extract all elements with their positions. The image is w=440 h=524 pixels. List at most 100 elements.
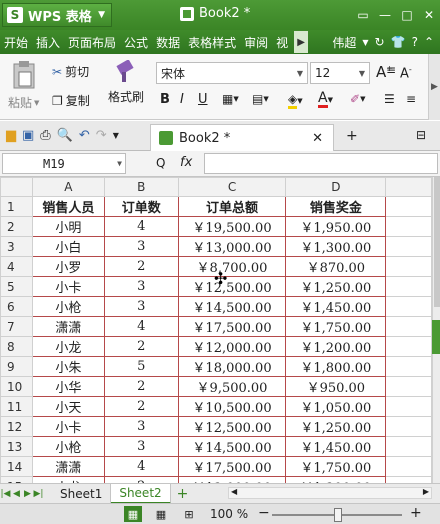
customize-toolbar-icon[interactable]: ▼	[113, 131, 119, 140]
sheet-tab-sheet1[interactable]: Sheet1	[52, 483, 112, 504]
cell-sales-bonus[interactable]: ￥1,800.00	[285, 356, 387, 377]
row-header[interactable]: 9	[0, 356, 33, 377]
font-name-select[interactable]: 宋体 ▼	[156, 62, 308, 84]
user-name[interactable]: 伟超	[332, 34, 356, 51]
copy-button[interactable]: ❐ 复制	[52, 92, 90, 109]
paste-button[interactable]	[8, 58, 40, 92]
row-header[interactable]: 7	[0, 316, 33, 337]
menu-insert[interactable]: 插入	[32, 30, 64, 54]
cell-order-count[interactable]: 2	[103, 336, 179, 357]
cell-order-count[interactable]: 3	[103, 436, 179, 457]
cell-salesperson[interactable]: 小天	[31, 396, 105, 417]
row-header[interactable]: 2	[0, 216, 33, 237]
decrease-font-button[interactable]: A-	[400, 65, 412, 81]
last-sheet-icon[interactable]: ▶|	[33, 489, 44, 499]
save-icon[interactable]: ▣	[22, 128, 34, 143]
cell-sales-bonus[interactable]: ￥1,950.00	[285, 216, 387, 237]
cell-sales-bonus[interactable]: ￥1,750.00	[285, 316, 387, 337]
zoom-level[interactable]: 100 %	[210, 507, 248, 521]
cell-salesperson[interactable]: 小华	[31, 376, 105, 397]
cell-empty[interactable]	[385, 256, 432, 277]
borders-button[interactable]: ▦ ▼	[222, 92, 239, 106]
cell-empty[interactable]	[385, 356, 432, 377]
clear-format-button[interactable]: ✐ ▼	[350, 92, 365, 106]
cell-order-count[interactable]: 订单数	[103, 196, 179, 217]
zoom-in-icon[interactable]: +	[410, 505, 422, 521]
cell-empty[interactable]	[385, 196, 432, 217]
cell-order-count[interactable]: 4	[103, 216, 179, 237]
bold-button[interactable]: B	[160, 92, 170, 107]
font-size-select[interactable]: 12 ▼	[310, 62, 370, 84]
collapse-ribbon-icon[interactable]: ⌃	[424, 35, 434, 49]
help-icon[interactable]: ?	[412, 35, 418, 49]
print-icon[interactable]: ⎙	[40, 128, 50, 143]
first-sheet-icon[interactable]: |◀	[0, 489, 11, 499]
cell-order-total[interactable]: ￥9,500.00	[177, 376, 287, 397]
cell-sales-bonus[interactable]: ￥870.00	[285, 256, 387, 277]
cell-salesperson[interactable]: 小罗	[31, 256, 105, 277]
column-header[interactable]: D	[285, 177, 387, 197]
cell-order-count[interactable]: 3	[103, 416, 179, 437]
cell-salesperson[interactable]: 小明	[31, 216, 105, 237]
row-header[interactable]: 8	[0, 336, 33, 357]
zoom-slider-thumb[interactable]	[334, 508, 342, 522]
fx-button[interactable]: fx	[180, 155, 192, 170]
cell-sales-bonus[interactable]: ￥1,050.00	[285, 396, 387, 417]
menu-page-layout[interactable]: 页面布局	[64, 30, 120, 54]
row-header[interactable]: 4	[0, 256, 33, 277]
scrollbar-thumb[interactable]	[434, 177, 440, 307]
cell-salesperson[interactable]: 小枪	[31, 296, 105, 317]
cell-empty[interactable]	[385, 316, 432, 337]
cell-order-total[interactable]: ￥17,500.00	[177, 316, 287, 337]
column-header[interactable]: B	[103, 177, 179, 197]
cell-order-total[interactable]: ￥17,500.00	[177, 456, 287, 477]
cell-empty[interactable]	[385, 236, 432, 257]
cell-salesperson[interactable]: 销售人员	[31, 196, 105, 217]
app-menu-button[interactable]: S WPS 表格 ▼	[2, 3, 112, 27]
cell-empty[interactable]	[385, 336, 432, 357]
cell-salesperson[interactable]: 小龙	[31, 336, 105, 357]
spreadsheet-grid[interactable]: A B C D 1 销售人员 订单数 订单总额 销售奖金 2 小明 4 ￥19,500.00 ￥1…	[0, 177, 432, 483]
row-header[interactable]: 10	[0, 376, 33, 397]
cell-empty[interactable]	[385, 416, 432, 437]
cell-order-total[interactable]: ￥14,500.00	[177, 436, 287, 457]
normal-view-button[interactable]: ▦	[124, 506, 142, 522]
scroll-left-icon[interactable]: ◀	[231, 487, 237, 496]
cell-sales-bonus[interactable]: ￥1,750.00	[285, 456, 387, 477]
close-button[interactable]: ✕	[418, 0, 440, 30]
cell-order-total[interactable]: ￥14,500.00	[177, 296, 287, 317]
cell-sales-bonus[interactable]: ￥1,200.00	[285, 336, 387, 357]
document-tab[interactable]: Book2 * ✕	[150, 124, 334, 151]
redo-icon[interactable]: ↷	[96, 128, 107, 143]
cell-salesperson[interactable]: 潇潇	[31, 456, 105, 477]
formula-input[interactable]	[204, 153, 438, 174]
row-header[interactable]: 13	[0, 436, 33, 457]
menu-review[interactable]: 审阅	[240, 30, 272, 54]
row-header[interactable]: 11	[0, 396, 33, 417]
prev-sheet-icon[interactable]: ◀	[11, 489, 22, 499]
align-left-button[interactable]: ☰	[384, 92, 395, 106]
cell-sales-bonus[interactable]: ￥950.00	[285, 376, 387, 397]
align-top-button[interactable]: ≡	[386, 63, 396, 77]
paste-label[interactable]: 粘贴 ▼	[8, 94, 39, 111]
cell-salesperson[interactable]: 小朱	[31, 356, 105, 377]
cell-empty[interactable]	[385, 296, 432, 317]
ribbon-scroll-right-button[interactable]: ▶	[428, 54, 440, 120]
tab-list-icon[interactable]: ⊟	[416, 128, 426, 142]
close-icon[interactable]: ✕	[312, 131, 323, 146]
menu-view[interactable]: 视	[272, 30, 292, 54]
column-header[interactable]: C	[177, 177, 287, 197]
cell-order-total[interactable]: ￥10,500.00	[177, 396, 287, 417]
horizontal-scrollbar[interactable]: ◀ ▶	[228, 487, 432, 499]
cell-order-count[interactable]: 3	[103, 276, 179, 297]
cell-sales-bonus[interactable]: ￥1,250.00	[285, 276, 387, 297]
cell-order-total[interactable]: ￥12,500.00	[177, 276, 287, 297]
refresh-icon[interactable]: ↻	[375, 35, 385, 49]
cell-order-total[interactable]: ￥12,000.00	[177, 336, 287, 357]
underline-button[interactable]: U	[198, 92, 208, 107]
zoom-out-icon[interactable]: −	[258, 505, 270, 521]
align-center-button[interactable]: ≡	[406, 92, 416, 106]
row-header[interactable]: 12	[0, 416, 33, 437]
row-header[interactable]: 14	[0, 456, 33, 477]
cell-sales-bonus[interactable]: ￥1,450.00	[285, 296, 387, 317]
